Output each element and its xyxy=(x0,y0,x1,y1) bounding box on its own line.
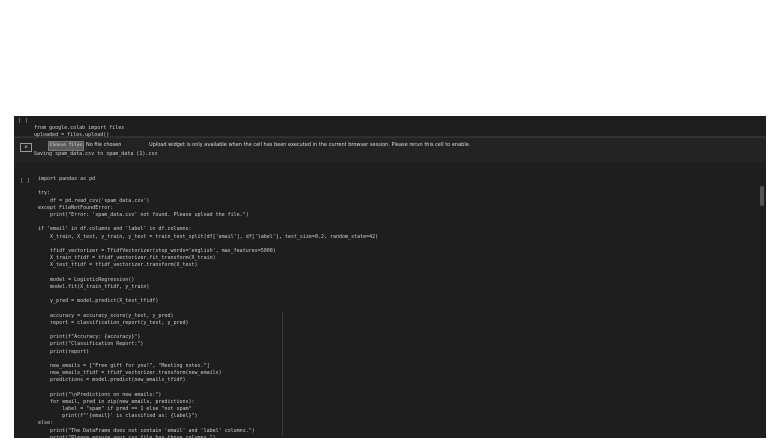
code-line: print(report) xyxy=(38,348,90,355)
code-line: X_test_tfidf = tfidf_vectorizer.transfor… xyxy=(38,262,198,269)
page: [ ] from google.colab import files upload… xyxy=(0,0,784,441)
code-line: try: xyxy=(38,190,51,197)
code-line: X_train_tfidf = tfidf_vectorizer.fit_tra… xyxy=(38,255,216,262)
code-line: from google.colab import files xyxy=(34,125,125,132)
code-line: print("Error: 'spam_data.csv' not found.… xyxy=(38,211,249,218)
code-line: report = classification_report(y_test, y… xyxy=(38,319,189,326)
code-line: if 'email' in df.columns and 'label' in … xyxy=(38,226,192,233)
code-line: accuracy = accuracy_score(y_test, y_pred… xyxy=(38,312,174,319)
code-cell-model[interactable]: [ ] import pandas as pd try: df = pd.read… xyxy=(14,176,766,438)
cell-output: ⇄ Choose files No file chosen Upload wid… xyxy=(14,137,766,162)
code-line: label = "spam" if pred == 1 else "not sp… xyxy=(38,406,192,412)
code-line: print(f"'{email}' is classified as: {lab… xyxy=(38,413,198,420)
code-editor[interactable]: import pandas as pd try: df = pd.read_csv… xyxy=(38,176,378,438)
code-line: df = pd.read_csv('spam_data.csv') xyxy=(38,197,150,204)
notebook-area: [ ] from google.colab import files upload… xyxy=(14,116,766,438)
no-file-label: No file chosen xyxy=(86,142,122,148)
editor-guide-line xyxy=(282,312,283,436)
code-line: print("Classification Report:") xyxy=(38,341,144,348)
code-line: print(f"Accuracy: {accuracy}") xyxy=(38,334,141,341)
code-line: else: xyxy=(38,420,54,427)
code-line: new_emails = ["Free gift for you!", "Mee… xyxy=(38,362,210,369)
code-line: model = LogisticRegression() xyxy=(38,276,135,283)
upload-notice: Upload widget is only available when the… xyxy=(149,142,471,148)
code-line: X_train, X_test, y_train, y_test = train… xyxy=(38,233,379,240)
scrollbar-thumb[interactable] xyxy=(760,186,764,206)
code-line: except FileNotFoundError: xyxy=(38,204,114,211)
code-line: print("The DataFrame does not contain 'e… xyxy=(38,427,255,434)
code-line: y_pred = model.predict(X_test_tfidf) xyxy=(38,298,159,305)
saving-status: Saving spam_data.csv to spam_data (1).cs… xyxy=(34,151,158,157)
code-line: for email, pred in zip(new_emails, predi… xyxy=(38,398,195,405)
run-cell-button[interactable]: [ ] xyxy=(20,178,30,184)
code-line: print("\nPredictions on new emails:") xyxy=(38,391,162,398)
code-line: new_emails_tfidf = tfidf_vectorizer.tran… xyxy=(38,370,222,377)
cell-separator xyxy=(14,162,766,176)
output-toggle-icon[interactable]: ⇄ xyxy=(20,143,32,152)
code-line: import pandas as pd xyxy=(38,176,96,182)
code-cell-upload[interactable]: [ ] from google.colab import files upload… xyxy=(14,116,766,138)
code-line: model.fit(X_train_tfidf, y_train) xyxy=(38,283,150,290)
run-cell-button[interactable]: [ ] xyxy=(18,118,28,124)
code-line: tfidf_vectorizer = TfidfVectorizer(stop_… xyxy=(38,247,276,254)
code-line: print("Please ensure your csv file has t… xyxy=(38,434,216,438)
code-line: predictions = model.predict(new_emails_t… xyxy=(38,377,186,384)
